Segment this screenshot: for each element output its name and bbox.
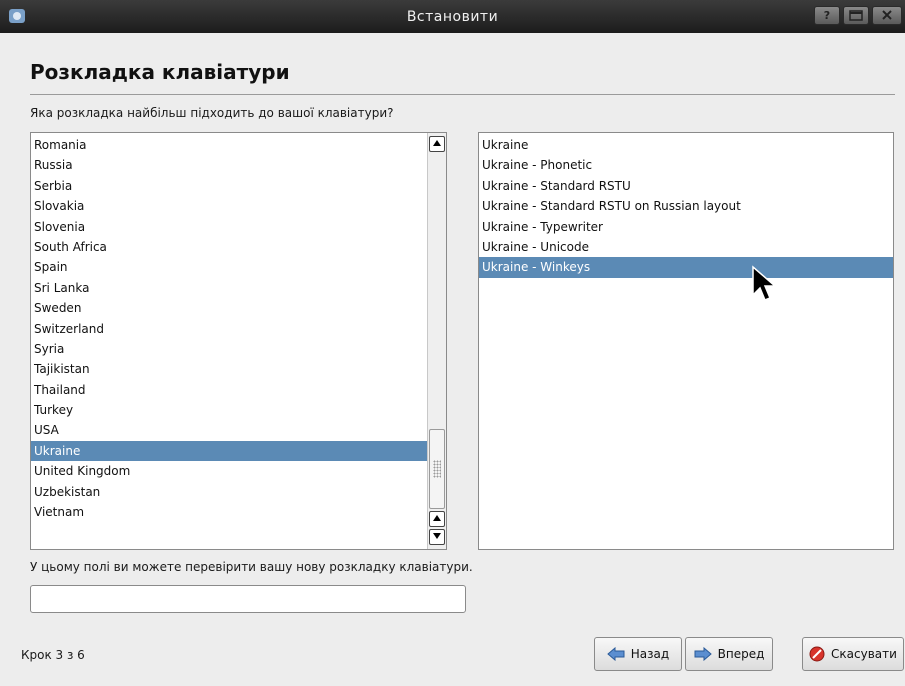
title-divider	[30, 94, 895, 95]
test-hint: У цьому полі ви можете перевірити вашу н…	[30, 560, 473, 574]
country-item[interactable]: Uzbekistan	[31, 482, 427, 502]
scroll-down-button[interactable]	[429, 529, 445, 545]
scroll-thumb[interactable]	[429, 429, 445, 509]
forward-label: Вперед	[717, 647, 765, 661]
close-icon	[882, 10, 892, 20]
country-item[interactable]: Sweden	[31, 298, 427, 318]
cancel-label: Скасувати	[831, 647, 897, 661]
country-item[interactable]: Turkey	[31, 400, 427, 420]
scroll-up-button-lower[interactable]	[429, 511, 445, 527]
arrow-up-icon	[433, 515, 441, 521]
variant-item[interactable]: Ukraine - Phonetic	[479, 155, 893, 175]
variant-item[interactable]: Ukraine - Typewriter	[479, 217, 893, 237]
variant-item[interactable]: Ukraine - Standard RSTU	[479, 176, 893, 196]
country-item[interactable]: Vietnam	[31, 502, 427, 522]
country-rows: Romania Russia Serbia Slovakia Slovenia South…	[31, 135, 427, 522]
mouse-pointer-icon	[752, 265, 777, 301]
variant-list[interactable]: Ukraine Ukraine - Phonetic Ukraine - Stand…	[478, 132, 894, 550]
scroll-up-button[interactable]	[429, 136, 445, 152]
arrow-down-icon	[433, 533, 441, 539]
back-label: Назад	[630, 647, 670, 661]
country-item[interactable]: Sri Lanka	[31, 278, 427, 298]
arrow-left-icon	[607, 647, 625, 661]
country-item[interactable]: Ukraine	[31, 440, 427, 462]
back-button[interactable]: Назад	[594, 637, 682, 671]
layout-test-input[interactable]	[30, 585, 466, 613]
country-item[interactable]: Slovenia	[31, 217, 427, 237]
arrow-up-icon	[433, 140, 441, 146]
country-item[interactable]: Serbia	[31, 176, 427, 196]
country-item[interactable]: Syria	[31, 339, 427, 359]
country-item[interactable]: Slovakia	[31, 196, 427, 216]
country-item[interactable]: Switzerland	[31, 319, 427, 339]
cancel-icon	[809, 646, 825, 662]
variant-item[interactable]: Ukraine	[479, 135, 893, 155]
country-item[interactable]: United Kingdom	[31, 461, 427, 481]
country-item[interactable]: South Africa	[31, 237, 427, 257]
variant-rows: Ukraine Ukraine - Phonetic Ukraine - Stand…	[479, 135, 893, 278]
maximize-button[interactable]	[843, 6, 869, 25]
country-item[interactable]: Romania	[31, 135, 427, 155]
country-list[interactable]: Romania Russia Serbia Slovakia Slovenia South…	[30, 132, 447, 550]
country-item[interactable]: Spain	[31, 257, 427, 277]
grip-icon	[433, 460, 441, 478]
cancel-button[interactable]: Скасувати	[802, 637, 904, 671]
country-item[interactable]: Tajikistan	[31, 359, 427, 379]
country-scrollbar[interactable]	[427, 133, 446, 549]
step-indicator: Крок 3 з 6	[21, 648, 85, 662]
close-button[interactable]	[872, 6, 902, 25]
variant-item[interactable]: Ukraine - Standard RSTU on Russian layou…	[479, 196, 893, 216]
country-item[interactable]: Russia	[31, 155, 427, 175]
forward-button[interactable]: Вперед	[685, 637, 773, 671]
maximize-icon	[849, 10, 863, 21]
window-titlebar[interactable]: Встановити ?	[0, 0, 905, 33]
layout-prompt: Яка розкладка найбільш підходить до вашо…	[30, 106, 394, 120]
arrow-right-icon	[694, 647, 712, 661]
country-item[interactable]: Thailand	[31, 380, 427, 400]
variant-item[interactable]: Ukraine - Unicode	[479, 237, 893, 257]
help-button[interactable]: ?	[814, 6, 840, 25]
window-title: Встановити	[406, 9, 499, 25]
variant-item[interactable]: Ukraine - Winkeys	[479, 257, 893, 278]
country-item[interactable]: USA	[31, 420, 427, 440]
page-title: Розкладка клавіатури	[30, 60, 290, 84]
